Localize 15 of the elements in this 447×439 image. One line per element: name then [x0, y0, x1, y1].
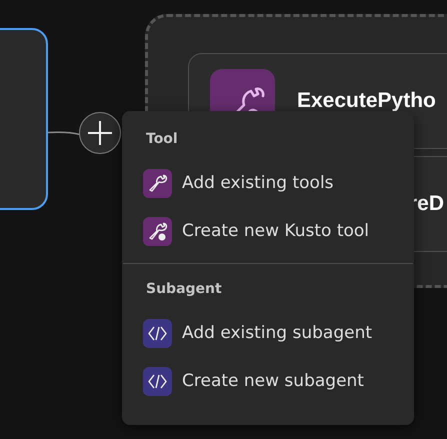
connector-line [48, 131, 80, 136]
section-heading: Subagent [146, 281, 223, 297]
code-icon [143, 366, 172, 396]
menu-item[interactable]: Create new Kusto tool [122, 207, 414, 255]
selected-node[interactable] [0, 28, 48, 210]
wrench-icon [143, 168, 172, 198]
plus-icon [87, 120, 113, 146]
wrench-gear-icon [143, 216, 172, 246]
menu-item[interactable]: Create new subagent [122, 357, 414, 405]
card-title: ExecutePytho [297, 89, 436, 113]
add-button[interactable] [79, 112, 121, 154]
menu-item[interactable]: Add existing subagent [122, 309, 414, 357]
section-heading: Tool [146, 131, 179, 147]
code-icon [143, 318, 172, 348]
menu-item[interactable]: Add existing tools [122, 159, 414, 207]
